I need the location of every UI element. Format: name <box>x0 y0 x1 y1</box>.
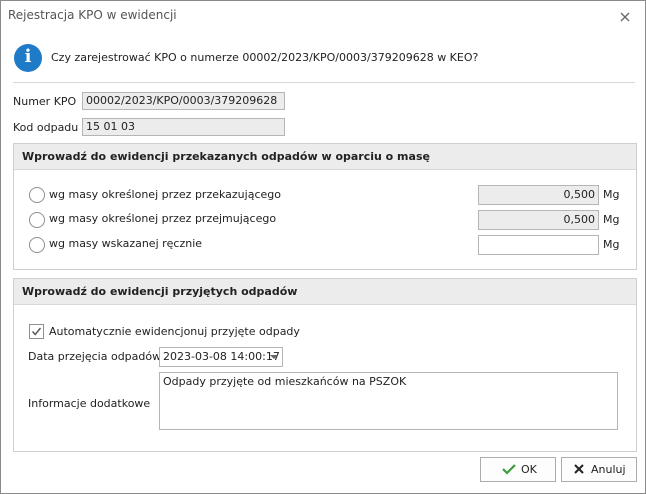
auto-register-checkbox[interactable] <box>29 324 44 339</box>
check-icon <box>502 464 516 475</box>
info-icon: i <box>14 44 42 72</box>
mass-receiver-unit: Mg <box>603 213 620 226</box>
chevron-down-icon[interactable] <box>270 355 278 359</box>
numer-kpo-label: Numer KPO <box>13 95 77 108</box>
mass-manual-input[interactable] <box>478 235 599 255</box>
close-icon[interactable] <box>613 7 637 27</box>
mass-receiver-field: 0,500 <box>478 210 599 230</box>
received-group-header: Wprowadź do ewidencji przyjętych odpadów <box>14 279 636 305</box>
mass-group: Wprowadź do ewidencji przekazanych odpad… <box>13 143 637 270</box>
mass-sender-unit: Mg <box>603 188 620 201</box>
date-picker[interactable]: 2023-03-08 14:00:17 <box>159 347 283 367</box>
cancel-button[interactable]: Anuluj <box>561 457 637 482</box>
radio-mass-manual[interactable] <box>29 237 45 253</box>
cancel-button-label: Anuluj <box>591 463 626 476</box>
radio-mass-manual-label[interactable]: wg masy wskazanej ręcznie <box>49 237 202 250</box>
received-group: Wprowadź do ewidencji przyjętych odpadów… <box>13 278 637 452</box>
close-x-icon <box>574 464 584 474</box>
date-value: 2023-03-08 14:00:17 <box>163 350 280 363</box>
auto-register-label[interactable]: Automatycznie ewidencjonuj przyjęte odpa… <box>49 325 300 338</box>
info-label: Informacje dodatkowe <box>28 397 151 410</box>
confirmation-question: Czy zarejestrować KPO o numerze 00002/20… <box>51 51 479 64</box>
kod-odpadu-label: Kod odpadu <box>13 121 79 134</box>
radio-mass-sender-label[interactable]: wg masy określonej przez przekazującego <box>49 188 281 201</box>
mass-manual-unit: Mg <box>603 238 620 251</box>
numer-kpo-field: 00002/2023/KPO/0003/379209628 <box>82 92 285 110</box>
window-title: Rejestracja KPO w ewidencji <box>8 8 177 22</box>
radio-mass-receiver[interactable] <box>29 212 45 228</box>
radio-mass-sender[interactable] <box>29 187 45 203</box>
separator <box>13 82 635 83</box>
title-bar: Rejestracja KPO w ewidencji <box>1 1 645 31</box>
kod-odpadu-field: 15 01 03 <box>82 118 285 136</box>
dialog-window: Rejestracja KPO w ewidencji i Czy zareje… <box>0 0 646 494</box>
radio-mass-receiver-label[interactable]: wg masy określonej przez przejmującego <box>49 212 276 225</box>
ok-button[interactable]: OK <box>480 457 556 482</box>
date-label: Data przejęcia odpadów <box>28 350 162 363</box>
received-group-title: Wprowadź do ewidencji przyjętych odpadów <box>22 285 298 298</box>
mass-sender-field: 0,500 <box>478 185 599 205</box>
info-textarea[interactable]: Odpady przyjęte od mieszkańców na PSZOK <box>159 372 618 430</box>
mass-group-header: Wprowadź do ewidencji przekazanych odpad… <box>14 144 636 170</box>
ok-button-label: OK <box>521 463 537 476</box>
mass-group-title: Wprowadź do ewidencji przekazanych odpad… <box>22 150 430 163</box>
